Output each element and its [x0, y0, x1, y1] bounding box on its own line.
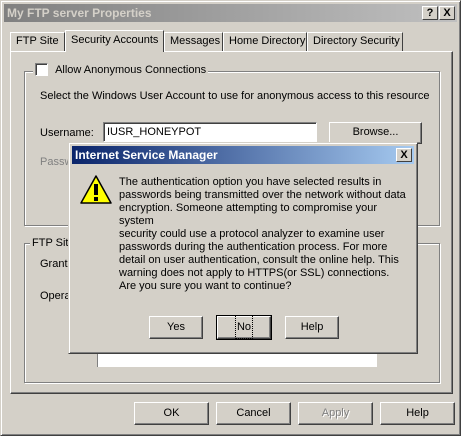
- ok-button[interactable]: OK: [134, 402, 209, 425]
- username-field[interactable]: IUSR_HONEYPOT: [103, 122, 317, 142]
- dialog-help-button-label: Help: [300, 321, 324, 333]
- help-button-label: Help: [406, 407, 429, 419]
- anonymous-description: Select the Windows User Account to use f…: [40, 90, 430, 102]
- close-title-button[interactable]: X: [439, 6, 455, 20]
- tab-ftp-site[interactable]: FTP Site: [10, 32, 65, 51]
- dialog-title: Internet Service Manager: [75, 148, 218, 162]
- tab-directory-security[interactable]: Directory Security: [307, 32, 403, 51]
- title-bar[interactable]: My FTP server Properties ? X: [4, 4, 457, 22]
- tab-messages[interactable]: Messages: [164, 32, 223, 51]
- cancel-button[interactable]: Cancel: [216, 402, 291, 425]
- no-button[interactable]: No: [216, 315, 272, 340]
- dialog-question: Are you sure you want to continue?: [119, 280, 292, 292]
- help-button[interactable]: Help: [380, 402, 455, 425]
- window-title: My FTP server Properties: [7, 6, 152, 20]
- warning-icon: [80, 175, 112, 204]
- browse-button[interactable]: Browse...: [329, 122, 422, 144]
- anonymous-legend: Allow Anonymous Connections: [33, 63, 209, 77]
- cancel-button-label: Cancel: [236, 407, 271, 419]
- ok-button-label: OK: [163, 407, 180, 419]
- tab-security-accounts[interactable]: Security Accounts: [65, 30, 164, 52]
- operators-label: Opera: [40, 290, 71, 302]
- yes-button-label: Yes: [167, 321, 185, 333]
- yes-button[interactable]: Yes: [149, 316, 203, 339]
- username-label: Username:: [40, 127, 94, 139]
- browse-button-label: Browse...: [352, 126, 399, 138]
- grant-label: Grant: [40, 258, 68, 270]
- dialog-close-button[interactable]: X: [396, 148, 412, 162]
- help-title-button[interactable]: ?: [422, 6, 438, 20]
- allow-anonymous-checkbox[interactable]: [35, 63, 48, 76]
- apply-button-label: Apply: [321, 407, 350, 419]
- dialog-message: The authentication option you have selec…: [119, 176, 406, 279]
- apply-button[interactable]: Apply: [298, 402, 373, 425]
- dialog-title-bar[interactable]: Internet Service Manager X: [72, 146, 414, 164]
- warning-dialog: Internet Service Manager X The authentic…: [68, 142, 418, 354]
- tab-home-directory[interactable]: Home Directory: [223, 32, 307, 51]
- no-button-label: No: [234, 315, 254, 339]
- allow-anonymous-label: Allow Anonymous Connections: [55, 64, 207, 77]
- dialog-help-button[interactable]: Help: [285, 316, 339, 339]
